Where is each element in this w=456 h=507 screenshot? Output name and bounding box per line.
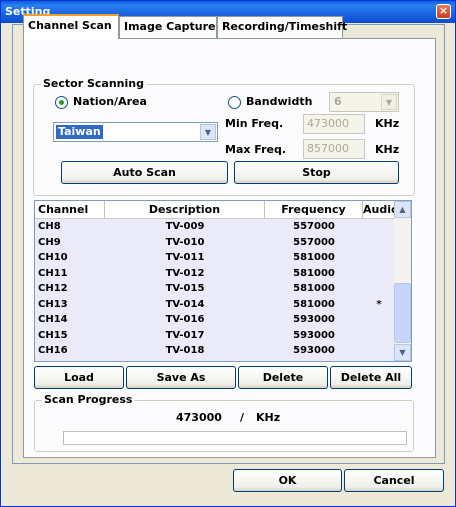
table-row[interactable]: CH13 TV-014 581000 * — [35, 299, 395, 310]
table-row[interactable]: CH8 TV-009 557000 — [35, 221, 395, 232]
close-button[interactable]: × — [436, 4, 451, 19]
nation-select[interactable]: Taiwan ▼ — [53, 122, 218, 142]
channel-list-header: Channel Description Frequency Audio — [35, 201, 399, 219]
nation-area-label: Nation/Area — [73, 95, 147, 108]
cell-channel: CH16 — [38, 345, 68, 356]
tab-image-capture[interactable]: Image Capture — [119, 16, 217, 38]
cell-description: TV-018 — [165, 345, 205, 356]
cell-channel: CH15 — [38, 329, 68, 341]
cell-frequency: 557000 — [293, 221, 335, 232]
load-button[interactable]: Load — [34, 366, 124, 389]
cell-frequency: 581000 — [293, 252, 335, 263]
cell-description: TV-014 — [165, 298, 205, 310]
nation-value: Taiwan — [56, 125, 103, 139]
max-freq-label: Max Freq. — [225, 143, 287, 156]
bandwidth-value: 6 — [334, 95, 342, 108]
delete-all-button[interactable]: Delete All — [330, 366, 412, 389]
cell-frequency: 593000 — [293, 329, 335, 341]
table-row[interactable]: CH12 TV-015 581000 — [35, 283, 395, 294]
min-freq-field[interactable]: 473000 — [303, 114, 365, 134]
cell-frequency: 581000 — [293, 267, 335, 279]
cell-channel: CH12 — [38, 283, 68, 294]
cell-description: TV-015 — [165, 283, 205, 294]
table-row[interactable]: CH9 TV-010 557000 — [35, 237, 395, 248]
column-frequency[interactable]: Frequency — [265, 201, 363, 219]
cell-frequency: 581000 — [293, 283, 335, 294]
cell-description: TV-016 — [165, 314, 205, 325]
stop-button[interactable]: Stop — [234, 161, 399, 184]
scan-progress-bar — [63, 431, 407, 445]
column-audio[interactable]: Audio — [363, 201, 399, 219]
cell-channel: CH14 — [38, 314, 68, 325]
sector-scanning-title: Sector Scanning — [41, 77, 146, 90]
cell-frequency: 593000 — [293, 345, 335, 356]
chevron-down-icon[interactable]: ▼ — [200, 124, 216, 140]
cell-channel: CH10 — [38, 252, 68, 263]
auto-scan-button[interactable]: Auto Scan — [61, 161, 228, 184]
scroll-thumb[interactable] — [394, 283, 411, 343]
column-description[interactable]: Description — [105, 201, 265, 219]
cell-description: TV-009 — [165, 221, 205, 232]
progress-unit: KHz — [256, 411, 281, 424]
table-row[interactable]: CH11 TV-012 581000 — [35, 268, 395, 279]
cell-channel: CH9 — [38, 236, 61, 248]
cell-channel: CH13 — [38, 298, 68, 310]
cell-channel: CH11 — [38, 267, 68, 279]
max-freq-field[interactable]: 857000 — [303, 139, 365, 159]
table-row[interactable]: CH10 TV-011 581000 — [35, 252, 395, 263]
cell-audio: * — [376, 298, 382, 310]
max-freq-unit: KHz — [375, 143, 400, 156]
tab-recording-timeshift[interactable]: Recording/Timeshift — [217, 16, 347, 38]
vertical-scrollbar[interactable]: ▲ ▼ — [394, 201, 411, 361]
bandwidth-select[interactable]: 6 ▼ — [329, 92, 399, 112]
progress-separator: / — [240, 411, 245, 424]
scroll-down-icon[interactable]: ▼ — [394, 344, 411, 361]
cancel-button[interactable]: Cancel — [344, 469, 444, 492]
table-row[interactable]: CH16 TV-018 593000 — [35, 345, 395, 356]
table-row[interactable]: CH14 TV-016 593000 — [35, 314, 395, 325]
bandwidth-radio[interactable] — [228, 96, 241, 109]
delete-button[interactable]: Delete — [238, 366, 328, 389]
settings-dialog: Setting × Channel Scan Image Capture Rec… — [0, 0, 456, 507]
tab-channel-scan[interactable]: Channel Scan — [23, 14, 119, 39]
column-channel[interactable]: Channel — [35, 201, 105, 219]
scroll-up-icon[interactable]: ▲ — [394, 201, 411, 218]
cell-description: TV-017 — [165, 329, 205, 341]
cell-frequency: 581000 — [293, 298, 335, 310]
bandwidth-label: Bandwidth — [246, 95, 313, 108]
cell-channel: CH8 — [38, 221, 61, 232]
cell-frequency: 593000 — [293, 314, 335, 325]
channel-list[interactable]: Channel Description Frequency Audio CH8 T… — [34, 200, 412, 362]
ok-button[interactable]: OK — [233, 469, 342, 492]
cell-description: TV-012 — [165, 267, 205, 279]
nation-area-radio[interactable] — [55, 96, 68, 109]
progress-value: 473000 — [176, 411, 222, 424]
cell-frequency: 557000 — [293, 236, 335, 248]
scan-progress-title: Scan Progress — [42, 393, 135, 406]
save-as-button[interactable]: Save As — [126, 366, 236, 389]
cell-description: TV-011 — [165, 252, 205, 263]
close-icon: × — [438, 4, 449, 17]
chevron-down-icon[interactable]: ▼ — [381, 94, 397, 110]
min-freq-unit: KHz — [375, 117, 400, 130]
cell-description: TV-010 — [165, 236, 205, 248]
min-freq-label: Min Freq. — [225, 117, 284, 130]
table-row[interactable]: CH15 TV-017 593000 — [35, 330, 395, 341]
